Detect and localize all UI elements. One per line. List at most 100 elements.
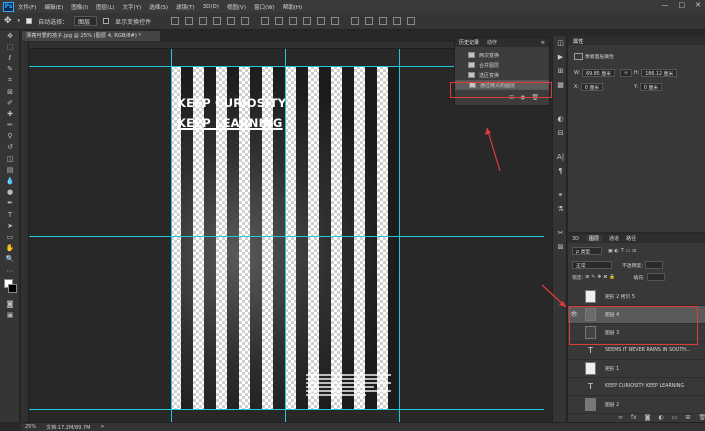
link-icon[interactable]: ∞: [620, 69, 632, 77]
screen-mode-icon[interactable]: ▣: [0, 309, 20, 320]
opacity-field[interactable]: [644, 261, 663, 269]
distribute-icon[interactable]: [275, 17, 284, 25]
character-icon[interactable]: A|: [553, 150, 568, 164]
guide-vertical[interactable]: [285, 49, 286, 422]
document-tab[interactable]: 漂亮可爱的孩子.jpg @ 25% (图层 4, RGB/8#) *: [22, 31, 160, 41]
distribute-icon[interactable]: [261, 17, 270, 25]
menu-file[interactable]: 文件(F): [18, 3, 36, 11]
layer-row[interactable]: 矩形 1: [568, 360, 705, 378]
show-transform-checkbox[interactable]: [103, 18, 110, 24]
guide-vertical[interactable]: [171, 49, 172, 422]
path-select-tool-icon[interactable]: ➤: [0, 220, 20, 231]
color-swatches-icon[interactable]: [0, 276, 20, 298]
menu-3d[interactable]: 3D(D): [203, 4, 219, 10]
libraries-icon[interactable]: ⚭: [553, 188, 568, 202]
tab-layers[interactable]: 图层: [586, 235, 603, 242]
move-tool-icon[interactable]: ✥: [4, 16, 12, 26]
lasso-tool-icon[interactable]: ℓ: [0, 52, 20, 63]
menu-image[interactable]: 图像(I): [71, 3, 88, 11]
maximize-button[interactable]: □: [679, 1, 686, 9]
gradient-tool-icon[interactable]: ▤: [0, 164, 20, 175]
align-right-icon[interactable]: [199, 17, 208, 25]
blur-tool-icon[interactable]: 💧: [0, 175, 20, 186]
layer-row[interactable]: 矩形 2 拷贝 5: [568, 288, 705, 306]
lock-paint-icon[interactable]: ✎: [591, 275, 595, 280]
eyedropper-tool-icon[interactable]: ✐: [0, 97, 20, 108]
distribute-icon[interactable]: [303, 17, 312, 25]
tab-history[interactable]: 历史记录: [459, 39, 479, 46]
swatches-icon[interactable]: ▦: [553, 78, 568, 92]
more-tools-icon[interactable]: ⋯: [0, 265, 20, 276]
link-layers-icon[interactable]: ∞: [618, 414, 623, 421]
frame-tool-icon[interactable]: ⊠: [0, 86, 20, 97]
healing-brush-tool-icon[interactable]: ✚: [0, 108, 20, 119]
new-group-icon[interactable]: ▭: [672, 414, 678, 421]
lock-position-icon[interactable]: ✥: [597, 275, 601, 280]
vertical-ruler[interactable]: [21, 42, 29, 422]
quick-mask-icon[interactable]: ◙: [0, 298, 20, 309]
guide-horizontal[interactable]: [29, 236, 544, 237]
history-item[interactable]: 合并图层: [455, 60, 549, 70]
menu-layer[interactable]: 图层(L): [96, 3, 114, 11]
tab-actions[interactable]: 动作: [487, 39, 497, 46]
tool-presets-icon[interactable]: ✂: [553, 226, 568, 240]
align-top-icon[interactable]: [213, 17, 222, 25]
styles-icon[interactable]: ⚗: [553, 202, 568, 216]
marquee-tool-icon[interactable]: ⬚: [0, 41, 20, 52]
align-left-icon[interactable]: [171, 17, 180, 25]
history-item[interactable]: 选区变换: [455, 70, 549, 80]
fill-field[interactable]: [646, 273, 665, 281]
chevron-down-icon[interactable]: ▾: [18, 18, 21, 24]
tab-channels[interactable]: 通道: [609, 235, 619, 242]
3d-mode-icon[interactable]: [379, 17, 388, 25]
type-tool-icon[interactable]: T: [0, 209, 20, 220]
distribute-icon[interactable]: [317, 17, 326, 25]
menu-select[interactable]: 选择(S): [149, 3, 168, 11]
play-action-icon[interactable]: ▶: [553, 50, 568, 64]
clone-source-icon[interactable]: ⊠: [553, 240, 568, 254]
move-tool-icon[interactable]: ✥: [0, 30, 20, 41]
blend-mode-dropdown[interactable]: 正常: [572, 261, 612, 269]
y-field[interactable]: 0 厘米: [639, 83, 663, 91]
brush-tool-icon[interactable]: ✏: [0, 120, 20, 131]
eraser-tool-icon[interactable]: ◫: [0, 153, 20, 164]
status-menu-icon[interactable]: >: [100, 424, 104, 430]
zoom-level[interactable]: 25%: [25, 424, 36, 430]
history-item[interactable]: 两次变换: [455, 50, 549, 60]
tab-paths[interactable]: 路径: [626, 235, 636, 242]
paragraph-icon[interactable]: ¶: [553, 164, 568, 178]
3d-mode-icon[interactable]: [393, 17, 402, 25]
guide-horizontal[interactable]: [29, 409, 544, 410]
pen-tool-icon[interactable]: ✒: [0, 198, 20, 209]
lock-transparency-icon[interactable]: ⊞: [585, 275, 589, 280]
hand-tool-icon[interactable]: ✋: [0, 243, 20, 254]
layer-filter-dropdown[interactable]: ρ 类型: [572, 247, 602, 255]
new-layer-icon[interactable]: ⊞: [685, 414, 690, 421]
3d-mode-icon[interactable]: [365, 17, 374, 25]
fx-icon[interactable]: fx: [631, 414, 637, 421]
align-middle-icon[interactable]: [227, 17, 236, 25]
crop-tool-icon[interactable]: ⌗: [0, 75, 20, 86]
x-field[interactable]: 0 厘米: [580, 83, 604, 91]
add-mask-icon[interactable]: ◙: [645, 414, 651, 421]
adjustment-layer-icon[interactable]: ◐: [659, 414, 664, 421]
menu-edit[interactable]: 编辑(E): [44, 3, 63, 11]
filter-shape-icon[interactable]: ▭: [626, 249, 631, 254]
filter-adjust-icon[interactable]: ◐: [615, 249, 619, 254]
menu-type[interactable]: 文字(Y): [123, 3, 142, 11]
dodge-tool-icon[interactable]: ●: [0, 187, 20, 198]
align-center-icon[interactable]: [185, 17, 194, 25]
auto-select-dropdown[interactable]: 图层: [74, 16, 98, 26]
rectangle-tool-icon[interactable]: ▭: [0, 231, 20, 242]
3d-mode-icon[interactable]: [351, 17, 360, 25]
menu-help[interactable]: 帮助(H): [283, 3, 302, 11]
filter-type-icon[interactable]: T: [621, 249, 624, 254]
filter-pixel-icon[interactable]: ▣: [608, 249, 613, 254]
filter-smart-icon[interactable]: ⊡: [632, 249, 636, 254]
close-button[interactable]: ✕: [695, 1, 701, 9]
lock-all-icon[interactable]: 🔒: [609, 275, 615, 280]
menu-view[interactable]: 视图(V): [227, 3, 246, 11]
adjustments-icon[interactable]: ⊟: [553, 126, 568, 140]
history-icon[interactable]: ◫: [553, 36, 568, 50]
menu-filter[interactable]: 滤镜(T): [176, 3, 195, 11]
